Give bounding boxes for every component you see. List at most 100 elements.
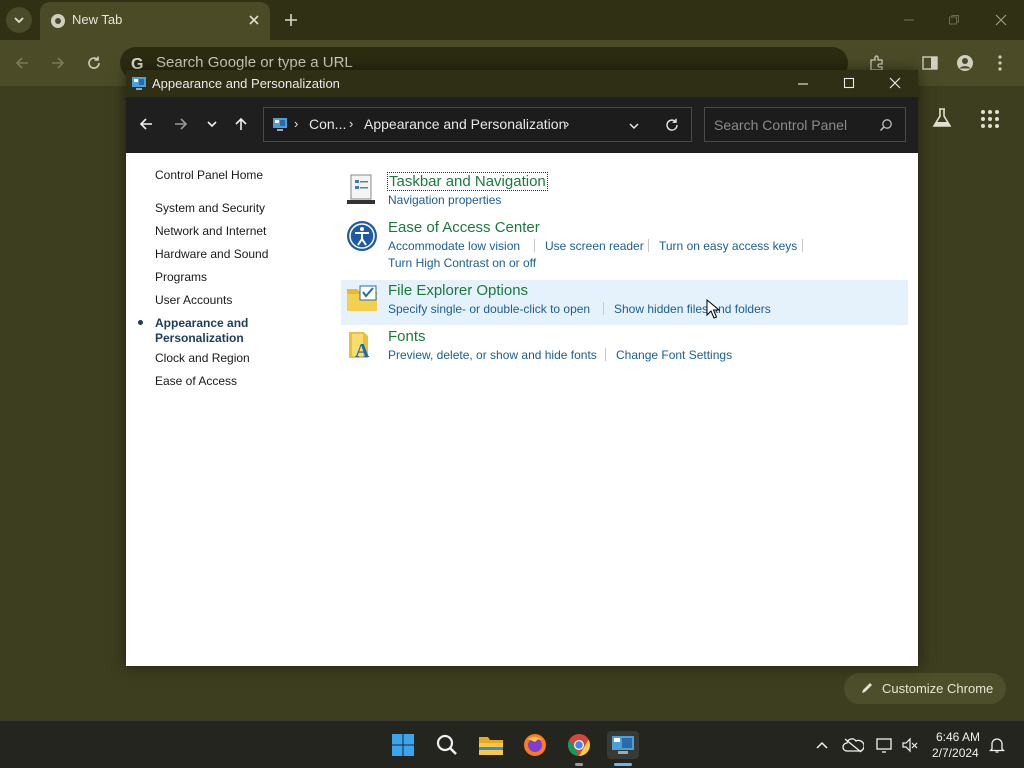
link-change-font-settings[interactable]: Change Font Settings [616,348,732,362]
search-icon[interactable] [879,118,893,132]
firefox-icon[interactable] [521,731,549,759]
control-panel-icon [272,117,288,132]
back-icon[interactable] [135,113,157,135]
recent-locations-icon[interactable] [201,113,223,135]
more-menu-icon[interactable] [996,54,1004,72]
link-accommodate-low-vision[interactable]: Accommodate low vision [388,239,520,253]
onedrive-offline-icon[interactable] [839,731,867,759]
window-title: Appearance and Personalization [152,76,340,91]
search-icon[interactable] [433,731,461,759]
customize-chrome-button[interactable]: Customize Chrome [844,673,1006,704]
address-dropdown-icon[interactable] [628,120,640,132]
up-icon[interactable] [230,113,252,135]
file-explorer-icon[interactable] [477,731,505,759]
address-field[interactable]: › Con... › Appearance and Personalizatio… [263,107,692,142]
chrome-icon [50,13,66,29]
profile-avatar-icon[interactable] [956,54,974,72]
taskbar-icon [346,173,376,205]
link-separator [802,239,803,252]
plus-icon [285,14,297,26]
volume-muted-icon[interactable] [896,731,924,759]
link-single-or-double-click[interactable]: Specify single- or double-click to open [388,302,590,316]
customize-chrome-label: Customize Chrome [882,681,994,696]
notification-bell-icon[interactable] [983,731,1011,759]
sidebar-item-ease-of-access[interactable]: Ease of Access [155,374,237,388]
clock-time[interactable]: 6:46 AM [936,730,980,744]
ease-of-access-icon [346,220,378,252]
link-show-hidden-files[interactable]: Show hidden files and folders [614,302,771,316]
category-taskbar-and-navigation[interactable]: Taskbar and Navigation [387,172,548,191]
link-preview-delete-fonts[interactable]: Preview, delete, or show and hide fonts [388,348,597,362]
minimize-icon[interactable] [901,12,917,28]
tab-new-tab[interactable]: New Tab [40,2,270,40]
show-hidden-icons-chevron-icon[interactable] [808,731,836,759]
minimize-icon[interactable] [797,77,809,89]
active-indicator [614,763,632,766]
close-tab-icon[interactable] [246,12,262,28]
window-titlebar: Appearance and Personalization [126,70,918,97]
link-navigation-properties[interactable]: Navigation properties [388,193,501,207]
link-separator [605,348,606,361]
google-apps-icon[interactable] [980,109,1000,129]
new-tab-button[interactable] [282,11,300,29]
control-panel-window: Appearance and Personalization › Con... … [126,70,918,666]
link-use-screen-reader[interactable]: Use screen reader [545,239,644,253]
tab-strip: New Tab [0,0,1024,40]
link-separator [534,239,535,252]
breadcrumb-separator-icon: › [349,116,354,131]
category-fonts[interactable]: Fonts [388,328,426,345]
folder-options-icon [346,284,378,312]
network-icon[interactable] [870,731,898,759]
breadcrumb-separator-icon: › [294,116,299,131]
search-placeholder: Search Control Panel [714,117,848,133]
sidebar-item-system-and-security[interactable]: System and Security [155,201,265,215]
sidebar-item-user-accounts[interactable]: User Accounts [155,293,232,307]
omnibox-placeholder: Search Google or type a URL [156,54,353,71]
breadcrumb-separator-icon[interactable]: › [565,116,569,131]
mouse-cursor-icon [706,299,720,319]
close-icon[interactable] [993,12,1009,28]
fonts-icon: A [346,330,376,360]
reload-icon[interactable] [86,55,102,71]
labs-flask-icon[interactable] [931,107,953,129]
sidebar-item-hardware-and-sound[interactable]: Hardware and Sound [155,247,268,261]
sidebar-item-appearance-line2: Personalization [155,331,244,345]
search-control-panel-input[interactable]: Search Control Panel [704,107,906,142]
pencil-icon [860,681,874,695]
tab-title: New Tab [72,12,123,27]
maximize-icon[interactable] [843,77,855,89]
category-file-explorer-options[interactable]: File Explorer Options [388,282,528,299]
start-windows-icon[interactable] [389,731,417,759]
tab-search-button[interactable] [6,7,32,33]
active-bullet [138,320,143,325]
sidebar-item-programs[interactable]: Programs [155,270,207,284]
svg-text:A: A [355,340,370,360]
sidebar-item-clock-and-region[interactable]: Clock and Region [155,351,250,365]
windows-taskbar: 6:46 AM 2/7/2024 [0,720,1024,768]
address-bar-area: › Con... › Appearance and Personalizatio… [126,97,918,153]
chevron-down-icon [14,17,24,24]
link-separator [603,302,604,315]
back-icon[interactable] [14,55,30,71]
breadcrumb-current[interactable]: Appearance and Personalization [364,116,566,132]
forward-icon[interactable] [170,113,192,135]
link-turn-high-contrast[interactable]: Turn High Contrast on or off [388,256,536,270]
breadcrumb-root[interactable]: Con... [309,116,346,132]
control-panel-taskbar-icon[interactable] [607,731,639,759]
side-panel-icon[interactable] [921,54,939,72]
refresh-icon[interactable] [665,118,679,132]
sidebar-item-network-and-internet[interactable]: Network and Internet [155,224,266,238]
category-ease-of-access-center[interactable]: Ease of Access Center [388,219,540,236]
clock-date[interactable]: 2/7/2024 [932,746,979,760]
close-icon[interactable] [889,77,901,89]
running-indicator [575,763,583,766]
sidebar-item-appearance-line1: Appearance and [155,316,249,330]
forward-icon[interactable] [50,55,66,71]
link-turn-on-easy-access-keys[interactable]: Turn on easy access keys [659,239,797,253]
restore-icon[interactable] [946,12,962,28]
sidebar-item-control-panel-home[interactable]: Control Panel Home [155,168,263,182]
control-panel-icon [131,76,147,91]
content-area: Control Panel Home System and Security N… [126,153,918,666]
link-separator [648,239,649,252]
chrome-icon[interactable] [565,731,593,759]
